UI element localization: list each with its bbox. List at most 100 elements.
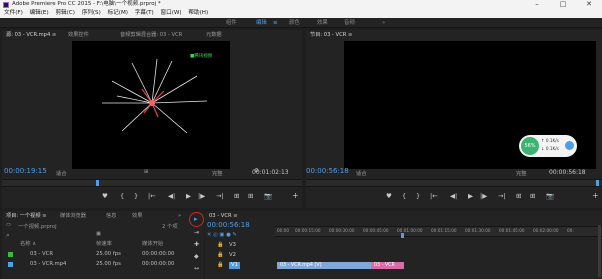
source-video-frame[interactable]: ■腾讯视频 [72, 41, 230, 169]
list-item[interactable]: 03 - VCR 25.00 fps 00:00:00:00 [2, 250, 190, 259]
extract-icon[interactable]: ⊞ [530, 192, 535, 200]
export-frame-icon[interactable]: 📷 [264, 192, 272, 200]
workspace-color[interactable]: 颜色 [289, 18, 300, 28]
menu-marker[interactable]: 标记(M) [108, 10, 128, 16]
workspace-effects[interactable]: 效果 [317, 18, 328, 28]
timeline-tool-icons[interactable]: ✕ ◎ ▣ ● ✎ [207, 232, 237, 238]
source-timecode[interactable]: 00:00:19:15 [4, 167, 47, 175]
workspace-assembly[interactable]: 组件 [226, 18, 237, 28]
step-back-icon[interactable]: ◀| [168, 192, 175, 200]
source-fit-select[interactable]: 适合 [56, 169, 67, 177]
menu-title[interactable]: 字幕(T) [135, 10, 154, 16]
column-fps[interactable]: 帧速率 [96, 240, 112, 249]
accelerate-icon [565, 141, 574, 150]
add-marker-icon[interactable]: ♥ [102, 192, 108, 200]
list-item[interactable]: 03 - VCR.mp4 25.00 fps 00:00:00:00 [2, 260, 190, 269]
track-label: V3 [229, 242, 236, 248]
nested-sequence-clip[interactable]: 03 - VCR [371, 262, 404, 269]
menu-sequence[interactable]: 序列(S) [82, 10, 101, 16]
timeline-scrollbar[interactable] [598, 225, 601, 277]
menu-edit[interactable]: 编辑(E) [30, 10, 49, 16]
tab-media-browser[interactable]: 媒体浏览器 [60, 211, 86, 221]
program-scrub-bar[interactable] [306, 179, 602, 187]
program-export-frame-icon[interactable]: 📷 [546, 192, 554, 200]
program-fit-select[interactable]: 适合 [356, 169, 367, 177]
track-label[interactable]: V1 [229, 262, 240, 269]
video-clip[interactable]: 03 - VCR.mp4 [V] [277, 262, 374, 269]
tab-effects[interactable]: 效果 [132, 211, 142, 221]
mark-in-icon[interactable]: { [120, 192, 124, 200]
lift-icon[interactable]: ⊞ [516, 192, 521, 200]
track-lock-icon[interactable]: 🔒 [217, 261, 224, 270]
button-editor-icon[interactable]: + [292, 191, 299, 200]
program-tab-bar: 节目: 03 - VCR ≡ [306, 30, 602, 40]
column-name[interactable]: 名称 ∧ [20, 240, 36, 249]
minimize-button[interactable]: – [524, 0, 550, 9]
menu-help[interactable]: 帮助(H) [188, 10, 208, 16]
source-scrub-bar[interactable] [2, 179, 302, 187]
source-camera-icon[interactable]: ⊞ [144, 169, 148, 175]
program-add-marker-icon[interactable]: ♥ [386, 192, 392, 200]
item-start: 00:00:00:00 [142, 261, 175, 267]
track-select-tool-icon[interactable]: ⇥ [194, 229, 199, 236]
ripple-edit-tool-icon[interactable]: ✚ [194, 241, 199, 248]
new-bin-icon[interactable]: ▣ [96, 231, 101, 237]
workspace-bar: 组件 编辑 ≡ 颜色 效果 音频 » [0, 18, 602, 28]
source-transport: ♥ { } |← ◀| ▶ |▶ →| ⊞ ⊞ 📷 + [2, 190, 302, 202]
program-timecode[interactable]: 00:00:56:18 [306, 167, 349, 175]
selection-tool-icon[interactable]: ▸ [194, 215, 198, 223]
tab-effect-controls[interactable]: 效果控件 [68, 30, 89, 40]
program-go-to-out-icon[interactable]: →| [498, 192, 506, 200]
tab-program[interactable]: 节目: 03 - VCR ≡ [310, 30, 352, 40]
program-playhead[interactable] [596, 180, 599, 186]
slip-tool-icon[interactable]: ↔ [194, 265, 199, 272]
tab-audio-clip-mixer[interactable]: 音频剪辑混合器: 03 - VCR [120, 30, 182, 40]
menu-window[interactable]: 窗口(W) [161, 10, 182, 16]
program-mark-out-icon[interactable]: } [416, 192, 420, 200]
razor-tool-icon[interactable]: ◆ [194, 253, 199, 260]
track-v1[interactable]: 🔒 V1 03 - VCR.mp4 [V] 03 - VCR [205, 261, 602, 270]
program-step-forward-icon[interactable]: |▶ [480, 192, 487, 200]
network-speed-widget[interactable]: 56% ↑ 0.1K/s ↓ 0.1K/s [519, 135, 577, 157]
tab-info[interactable]: 信息 [106, 211, 116, 221]
timeline-ruler[interactable]: 00:00 00:00:15:00 00:00:30:00 00:00:45:0… [275, 226, 602, 238]
program-step-back-icon[interactable]: ◀| [450, 192, 457, 200]
program-button-editor-icon[interactable]: + [592, 191, 599, 200]
workspace-more-icon[interactable]: » [382, 18, 385, 28]
source-playhead[interactable] [96, 180, 99, 186]
track-v3[interactable]: 🔒 V3 [205, 241, 602, 250]
workspace-audio[interactable]: 音频 [344, 18, 355, 28]
timeline-playhead[interactable] [401, 233, 404, 238]
insert-icon[interactable]: ⊞ [234, 192, 239, 200]
go-to-in-icon[interactable]: |← [148, 192, 156, 200]
tab-metadata[interactable]: 元数据 [206, 30, 222, 40]
track-lock-icon[interactable]: 🔒 [217, 241, 224, 250]
maximize-button[interactable]: □ [550, 0, 576, 9]
source-quality-select[interactable]: 完整 [212, 169, 223, 177]
program-quality-select[interactable]: 完整 [516, 169, 527, 177]
workspace-editing[interactable]: 编辑 [256, 18, 267, 28]
menu-file[interactable]: 文件(F) [4, 10, 23, 16]
workspace-menu-icon[interactable]: ≡ [273, 18, 278, 28]
program-mark-in-icon[interactable]: { [402, 192, 406, 200]
step-forward-icon[interactable]: |▶ [198, 192, 205, 200]
tab-sequence[interactable]: 03 - VCR ≡ [209, 211, 238, 221]
tab-source[interactable]: 源: 03 - VCR.mp4 ≡ [6, 30, 56, 40]
project-search-icon[interactable]: ⌕ [6, 231, 10, 240]
overwrite-icon[interactable]: ⊞ [248, 192, 253, 200]
track-v2[interactable]: 🔒 V2 [205, 251, 602, 260]
project-more-icon[interactable]: » [178, 211, 181, 221]
timeline-timecode[interactable]: 00:00:56:18 [207, 221, 250, 229]
go-to-out-icon[interactable]: →| [216, 192, 224, 200]
track-lock-icon[interactable]: 🔒 [217, 251, 224, 260]
close-button[interactable]: ✕ [576, 0, 602, 9]
source-tab-bar: 源: 03 - VCR.mp4 ≡ 效果控件 音频剪辑混合器: 03 - VCR… [2, 30, 302, 40]
tab-project[interactable]: 项目: 一个视频 ≡ [6, 211, 47, 221]
program-go-to-in-icon[interactable]: |← [430, 192, 438, 200]
column-media-start[interactable]: 媒体开始 [142, 240, 163, 249]
project-folder-icon: ▭ [6, 222, 12, 228]
program-play-icon[interactable]: ▶ [468, 192, 473, 200]
mark-out-icon[interactable]: } [134, 192, 138, 200]
play-icon[interactable]: ▶ [186, 192, 191, 200]
menu-clip[interactable]: 剪辑(C) [55, 10, 74, 16]
